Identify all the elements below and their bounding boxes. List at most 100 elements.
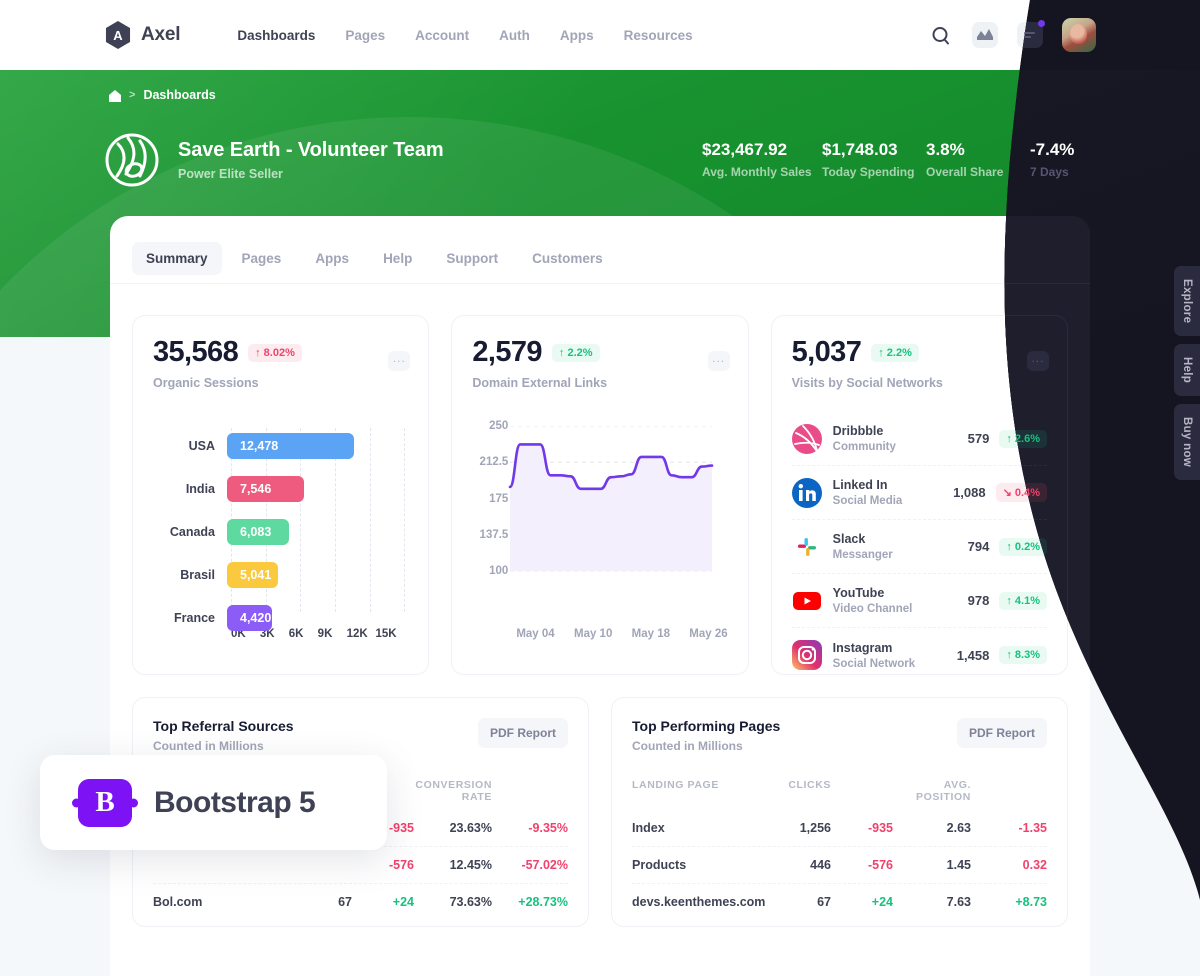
bar[interactable]: 5,041 [227,562,279,588]
nav-link-apps[interactable]: Apps [560,28,594,43]
list-item[interactable]: YouTube Video Channel 978 ↑ 4.1% [791,574,1047,628]
avatar[interactable] [1062,18,1096,52]
cell-clicks-delta: -576 [867,858,893,872]
column-header-position-delta [971,779,1047,803]
tab-help[interactable]: Help [369,242,426,275]
tab-support[interactable]: Support [432,242,512,275]
hero-stat-label: 7 Days [1030,165,1069,179]
bar-category-label: Canada [169,525,215,539]
cell-source: Bol.com [153,895,203,909]
hero-stat-value: $23,467.92 [702,140,788,159]
pages-table-header: LANDING PAGE CLICKS AVG. POSITION [632,779,1047,803]
tab-pages[interactable]: Pages [228,242,296,275]
cell-conversion-rate: 73.63% [449,895,492,909]
brand-name: Axel [141,24,181,45]
hero-stat-label: Today Spending [822,165,915,179]
cell-conversion-rate: 12.45% [449,858,492,872]
social-network-visits: 794 [967,539,990,554]
bar[interactable]: 4,420 [227,605,272,631]
pages-pdf-report-button[interactable]: PDF Report [957,718,1047,748]
cell-landing-page: devs.keenthemes.com [632,895,766,909]
team-role: Power Elite Seller [178,167,283,181]
side-button-explore[interactable]: Explore [1174,266,1200,337]
column-header-clicks: CLICKS [788,779,831,791]
nav-link-resources[interactable]: Resources [624,28,693,43]
table-row[interactable]: Products 446 -576 1.45 0.32 [632,846,1047,883]
list-item[interactable]: DribbbleCommunity579↑ 2.6% [791,412,1047,466]
bootstrap-badge[interactable]: B Bootstrap 5 [40,755,387,850]
content-sheet: SummaryPagesAppsHelpSupportCustomers 35,5… [110,216,1090,976]
nav-link-auth[interactable]: Auth [499,28,530,43]
bar-category-label: India [185,482,215,496]
tab-summary[interactable]: Summary [132,242,222,275]
domain-external-links-card: 2,579↑ 2.2%Domain External Links...10013… [451,315,749,675]
list-item[interactable]: Linked InSocial Media1,088↘ 0.4% [791,466,1047,520]
hero-stat-value: $1,748.03 [822,140,898,159]
table-row[interactable]: devs.keenthemes.com 67 +24 7.63 +8.73 [632,883,1047,920]
organic-sessions-label: Organic Sessions [153,376,259,390]
list-item[interactable]: Instagram Social Network 1,458 ↑ 8.3% [791,628,1047,682]
main-nav: Dashboards Pages Account Auth Apps Resources [237,28,692,43]
bar-chart-row: France 4,420 [153,600,408,636]
cell-sessions-delta: -576 [388,858,414,872]
column-header-clicks-delta [831,779,893,803]
bar[interactable]: 12,478 [227,433,354,459]
tab-apps[interactable]: Apps [301,242,363,275]
organic-sessions-menu-button[interactable]: ... [388,351,411,371]
column-header-landing-page: LANDING PAGE [632,779,719,791]
cell-conversion-delta: -57.02% [521,858,568,872]
bar-chart-row: Canada 6,083 [153,514,408,550]
apps-icon[interactable] [972,22,998,48]
referral-pdf-report-button[interactable]: PDF Report [478,718,568,748]
table-row[interactable]: Bol.com 67 +24 73.63% +28.73% [153,883,568,920]
tab-customers[interactable]: Customers [518,242,617,275]
cell-conversion-delta: +28.73% [518,895,568,909]
nav-link-pages[interactable]: Pages [345,28,385,43]
list-item[interactable]: SlackMessanger794↑ 0.2% [791,520,1047,574]
nav-link-account[interactable]: Account [415,28,469,43]
bar-value-label: 6,083 [240,525,272,539]
earth-globe-icon [104,132,160,188]
social-network-category: Social Media [832,495,903,507]
breadcrumb: > Dashboards [108,88,216,102]
breadcrumb-current[interactable]: Dashboards [143,88,215,102]
cell-clicks: 1,256 [799,820,831,835]
social-network-category: Social Network [832,657,916,670]
notification-badge [1038,20,1045,27]
social-visits-menu-button[interactable]: ... [1027,351,1049,371]
team-header: Save Earth - Volunteer Team Power Elite S… [104,132,444,188]
bar-chart-row: USA 12,478 [153,428,408,464]
top-navbar: A Axel Dashboards Pages Account Auth Apps Resou… [0,0,1200,70]
side-action-buttons: Explore Help Buy now [1174,266,1200,481]
social-network-visits: 978 [967,593,990,608]
cell-landing-page: Index [632,820,665,835]
bar[interactable]: 6,083 [227,519,289,545]
side-button-help[interactable]: Help [1174,344,1200,397]
bar-chart-row: Brasil 5,041 [153,557,408,593]
table-row[interactable]: Index 1,256 -935 2.63 -1.35 [632,809,1047,846]
x-axis-tick: May 04 [516,628,555,640]
breadcrumb-separator: > [129,89,136,101]
cell-sessions: 67 [338,895,352,909]
side-button-buy-now[interactable]: Buy now [1174,404,1200,481]
search-icon[interactable] [927,22,953,48]
bar[interactable]: 7,546 [227,476,304,502]
organic-sessions-card: 35,568 ↑ 8.02% Organic Sessions... USA 12,47… [132,315,430,675]
hero-stat: $23,467.92 Avg. Monthly Sales [702,140,822,179]
cell-conversion-rate: 23.63% [449,820,492,835]
table-row[interactable]: -576 12.45% -57.02% [153,846,568,883]
column-header-conversion-rate: CONVERSION RATE [415,779,492,803]
cell-clicks-delta: +24 [871,895,893,909]
cell-position-delta: -1.35 [1018,820,1048,835]
nav-link-dashboards[interactable]: Dashboards [237,28,315,43]
social-network-visits: 579 [967,431,990,446]
hero-stat: -7.4% 7 Days [1030,140,1134,179]
brand-logo[interactable]: A Axel [104,21,181,49]
social-visits-value: 5,037 [791,336,862,368]
domain-links-area-chart: 100137.5175212.5250May 04May 10May 18May… [472,420,728,640]
social-network-delta: ↑ 4.1% [999,591,1047,610]
domain-links-menu-button[interactable]: ... [707,351,730,371]
home-icon[interactable] [108,89,121,102]
cell-clicks-delta: -935 [867,820,893,835]
bar-value-label: 7,546 [240,482,272,496]
